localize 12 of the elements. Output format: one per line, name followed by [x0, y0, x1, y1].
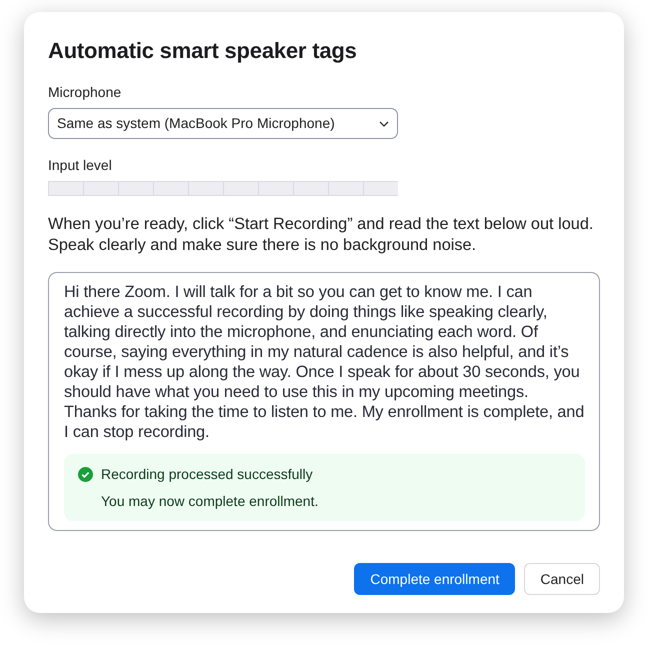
field-label: Input level	[48, 156, 113, 176]
passage-text: Hi there Zoom. I will talk for a bit so you can get to know me. I can achieve a successful recording by doing things like speaking clearly, talking directly into the microphone, and enunciating each word. Of course, saying everything in my natural cadence is also helpful, and it’s okay if I mess up along the way. Once I speak for about 30 seconds, you should have what you need to use this in my upcoming meetings. Thanks for taking the time to listen to me. My enrollment is complete, and I can stop recording.	[64, 282, 585, 442]
chevron-down-icon	[379, 120, 389, 127]
cancel-button[interactable]: Cancel	[524, 563, 600, 596]
status-message: You may now complete enrollment.	[101, 492, 320, 512]
field-label: Microphone	[48, 83, 122, 102]
instructions-text: When you’re ready, click “Start Recording” and read the text below out loud. Speak clearly and make sure there is no background noise.	[48, 214, 594, 256]
check-circle-icon	[78, 467, 93, 482]
complete-button[interactable]: Complete enrollment	[354, 563, 516, 596]
status-title: Recording processed successfully	[101, 465, 313, 484]
microphone-dropdown[interactable]: Same as system (MacBook Pro Microphone)	[48, 108, 398, 140]
dialog-title: Automatic smart speaker tags	[48, 38, 358, 64]
